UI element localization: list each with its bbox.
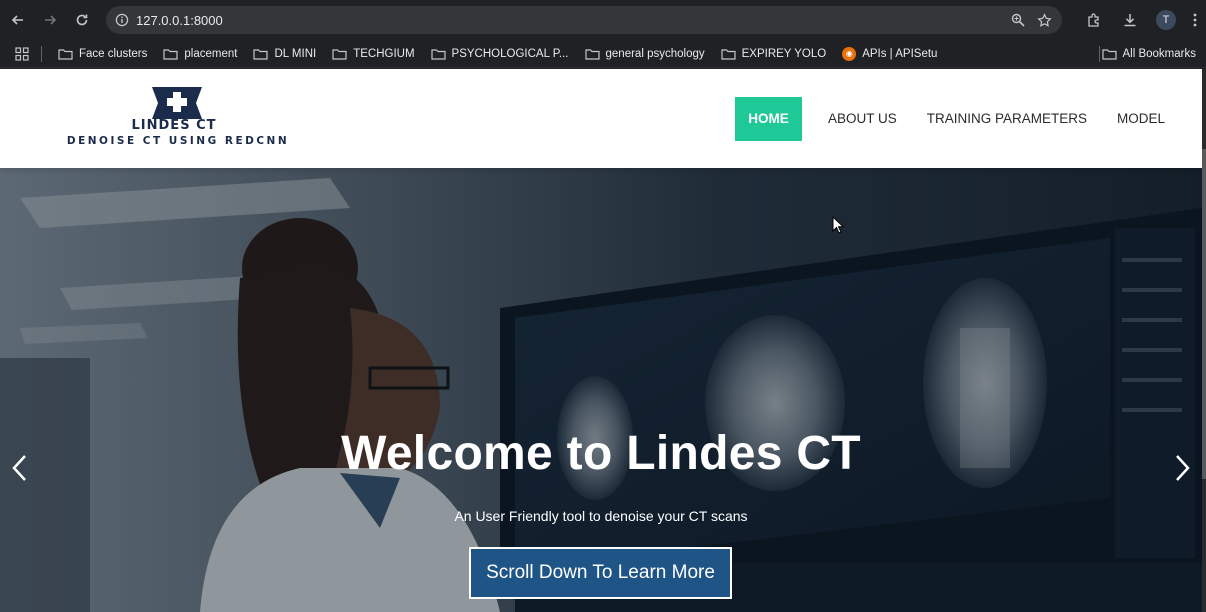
scroll-down-button[interactable]: Scroll Down To Learn More [469,547,732,599]
hero-overlay [0,168,1202,612]
bookmark-star-icon[interactable] [1037,12,1052,28]
downloads-button[interactable] [1112,4,1148,36]
browser-toolbar: 127.0.0.1:8000 T [0,0,1206,40]
bookmark-face-clusters[interactable]: Face clusters [50,42,155,66]
folder-icon [430,48,446,60]
bookmark-label: DL MINI [274,47,317,60]
download-icon [1124,14,1136,27]
avatar: T [1156,10,1176,30]
extensions-button[interactable] [1076,4,1112,36]
bookmarks-separator [41,45,42,62]
bookmark-apisetu[interactable]: ◉ APIs | APISetu [834,42,945,66]
bookmark-label: TECHGIUM [353,47,415,60]
bookmark-label: general psychology [605,47,705,60]
logo-name: LINDES CT [131,118,217,133]
bookmark-label: Face clusters [79,47,148,60]
bookmark-placement[interactable]: placement [155,42,245,66]
nav-model[interactable]: MODEL [1103,97,1179,141]
apps-grid-icon [15,46,29,61]
site-logo[interactable]: LINDES CT DENOISE CT USING REDCNN [56,85,300,149]
bookmark-label: EXPIREY YOLO [741,47,827,60]
site-info-icon[interactable] [108,6,136,34]
hero-carousel: Welcome to Lindes CT An User Friendly to… [0,168,1202,612]
hero-subtitle: An User Friendly tool to denoise your CT… [454,508,748,524]
folder-icon [1101,49,1117,60]
folder-icon [163,48,178,60]
all-bookmarks-label: All Bookmarks [1122,48,1197,60]
page-viewport: LINDES CT DENOISE CT USING REDCNN HOME A… [0,69,1202,612]
carousel-prev-button[interactable] [4,448,34,488]
arrow-left-icon [11,15,23,25]
bookmark-label: PSYCHOLOGICAL P... [451,47,569,60]
all-bookmarks[interactable]: All Bookmarks [1094,42,1205,66]
nav-home[interactable]: HOME [735,97,802,141]
main-nav: HOME ABOUT US TRAINING PARAMETERS MODEL [735,97,1181,141]
forward-button[interactable] [34,4,66,36]
chevron-left-icon [12,455,26,481]
bookmark-label: placement [184,47,238,60]
kebab-menu-icon [1193,13,1197,27]
puzzle-icon [1088,13,1099,27]
page-scrollbar[interactable] [1202,69,1206,612]
bookmark-label: APIs | APISetu [862,47,938,60]
apps-button[interactable] [7,40,37,68]
profile-button[interactable]: T [1148,4,1184,36]
zoom-icon[interactable] [1011,13,1025,27]
address-bar[interactable]: 127.0.0.1:8000 [106,6,1062,34]
bookmark-techgium[interactable]: TECHGIUM [324,42,422,66]
bookmark-expirey-yolo[interactable]: EXPIREY YOLO [713,42,835,66]
folder-icon [58,48,73,60]
url-text[interactable]: 127.0.0.1:8000 [136,13,223,28]
arrow-right-icon [45,15,57,25]
nav-training-parameters[interactable]: TRAINING PARAMETERS [913,97,1101,141]
reload-button[interactable] [66,4,98,36]
mouse-cursor-icon [832,216,844,234]
bookmarks-bar: Face clusters placement DL MINI TECHGIUM… [0,40,1206,68]
folder-icon [584,48,600,60]
logo-tagline: DENOISE CT USING REDCNN [66,135,290,147]
carousel-next-button[interactable] [1168,448,1198,488]
medical-cross-logo-icon [152,87,202,119]
nav-about-us[interactable]: ABOUT US [814,97,911,141]
apisetu-icon: ◉ [842,46,857,61]
bookmark-psychological[interactable]: PSYCHOLOGICAL P... [423,42,577,66]
scrollbar-thumb[interactable] [1202,149,1206,479]
folder-icon [721,48,736,60]
folder-icon [332,48,347,60]
hero-title: Welcome to Lindes CT [341,427,861,480]
site-header: LINDES CT DENOISE CT USING REDCNN HOME A… [0,69,1202,168]
chevron-right-icon [1176,455,1190,481]
menu-button[interactable] [1184,4,1206,36]
bookmark-general-psychology[interactable]: general psychology [577,42,713,66]
back-button[interactable] [2,4,34,36]
folder-icon [253,48,269,60]
reload-icon [76,14,88,26]
bookmark-dl-mini[interactable]: DL MINI [245,42,324,66]
